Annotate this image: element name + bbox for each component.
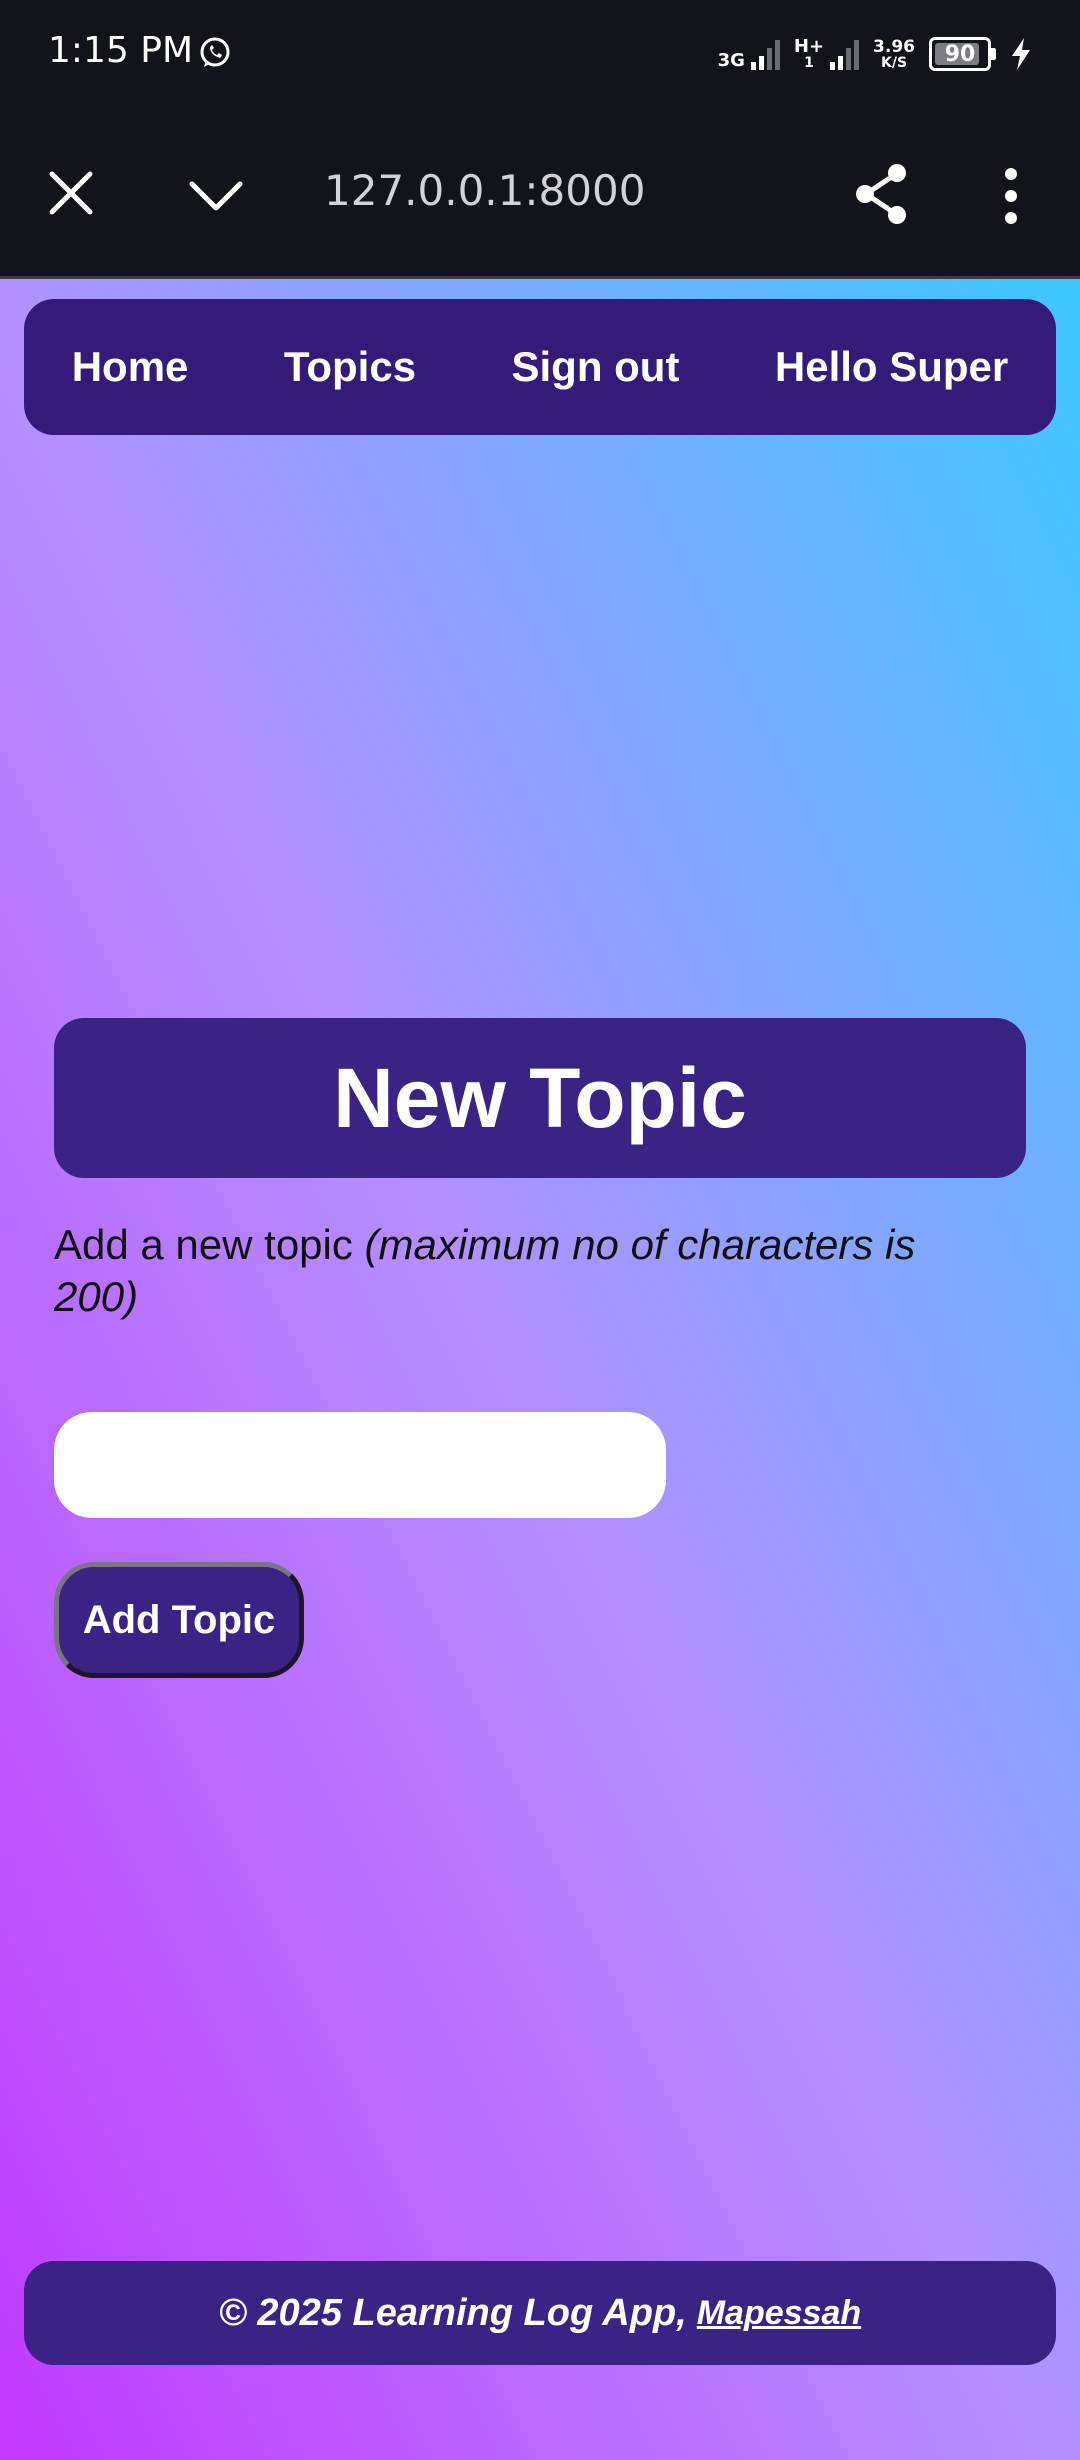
status-bar: 1:15 PM 3G H+ 1 3.96 K/S 90 — [0, 0, 1080, 110]
site-navbar: Home Topics Sign out Hello Super — [24, 299, 1056, 435]
add-topic-button[interactable]: Add Topic — [54, 1562, 304, 1678]
speed-unit: K/S — [881, 54, 908, 71]
nav-user-greeting[interactable]: Hello Super — [775, 343, 1008, 391]
charging-icon — [1012, 38, 1030, 70]
browser-toolbar: 127.0.0.1:8000 — [0, 110, 1080, 279]
page-title: New Topic — [333, 1050, 747, 1145]
share-icon[interactable] — [852, 162, 912, 226]
web-page: Home Topics Sign out Hello Super New Top… — [0, 279, 1080, 2460]
status-time: 1:15 PM — [48, 30, 194, 71]
network-type-2: H+ — [793, 36, 825, 57]
status-indicators: 3G H+ 1 3.96 K/S 90 — [718, 34, 1032, 74]
network-speed: 3.96 K/S — [873, 36, 915, 71]
battery-level: 90 — [944, 41, 976, 67]
network-type-1: 3G — [717, 50, 745, 71]
network-sub: 1 — [804, 55, 814, 71]
nav-signout-link[interactable]: Sign out — [511, 343, 679, 391]
more-vertical-icon[interactable] — [996, 166, 1026, 226]
signal-icon — [750, 38, 780, 70]
signal-3g: 3G — [718, 38, 780, 70]
nav-topics-link[interactable]: Topics — [284, 343, 416, 391]
speed-value: 3.96 — [873, 36, 915, 57]
chevron-down-icon[interactable] — [186, 170, 246, 220]
address-bar[interactable]: 127.0.0.1:8000 — [324, 166, 645, 215]
signal-hplus: H+ 1 — [793, 36, 860, 71]
topic-input[interactable] — [54, 1412, 666, 1518]
description-text: Add a new topic — [54, 1221, 365, 1268]
battery-icon: 90 — [929, 37, 996, 71]
footer-text: © 2025 Learning Log App, — [218, 2291, 687, 2334]
page-title-box: New Topic — [54, 1018, 1026, 1178]
whatsapp-icon — [200, 37, 230, 67]
nav-home-link[interactable]: Home — [72, 343, 189, 391]
site-footer: © 2025 Learning Log App, Mapessah — [24, 2261, 1056, 2365]
footer-author-link[interactable]: Mapessah — [697, 2294, 861, 2333]
form-description: Add a new topic (maximum no of character… — [54, 1219, 994, 1323]
signal-icon — [830, 38, 860, 70]
close-icon[interactable] — [46, 168, 96, 218]
